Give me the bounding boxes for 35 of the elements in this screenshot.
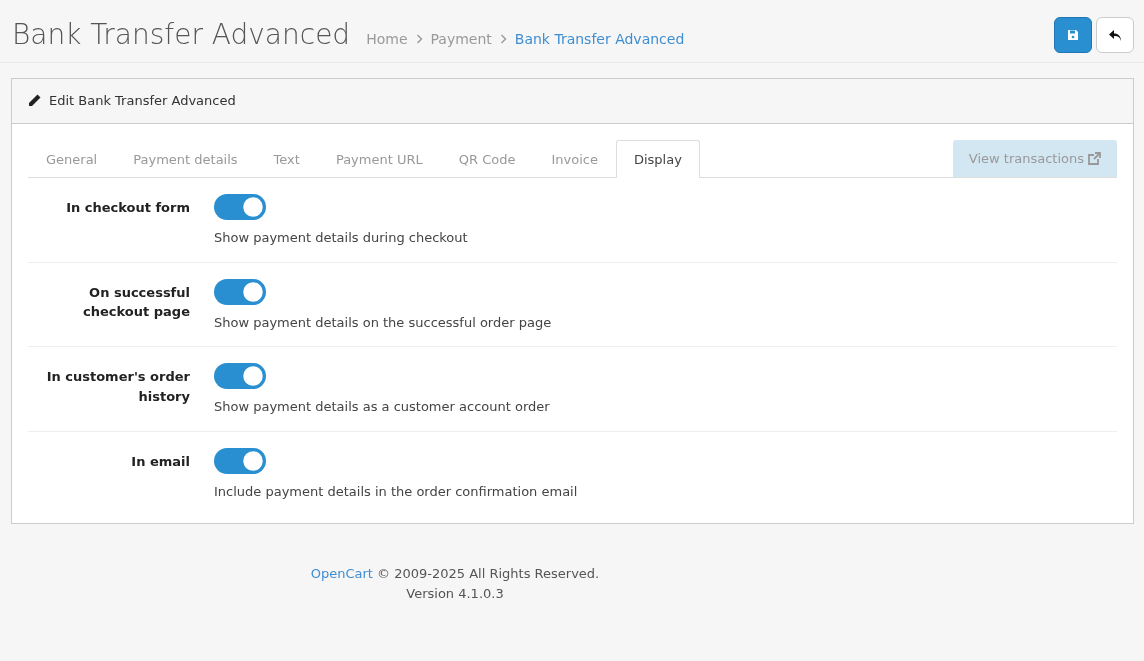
- reply-icon: [1108, 29, 1122, 41]
- help-text: Show payment details as a customer account order: [214, 398, 550, 416]
- tab[interactable]: Payment URL: [317, 139, 441, 178]
- tab[interactable]: Payment details: [115, 139, 256, 178]
- toggle-switch[interactable]: [214, 278, 266, 305]
- page-title: Bank Transfer Advanced: [12, 18, 351, 52]
- tab[interactable]: General: [28, 139, 116, 178]
- tab[interactable]: QR Code: [440, 139, 534, 178]
- help-text: Show payment details on the successful order page: [214, 313, 552, 332]
- copyright-text: © 2009-2025 All Rights Reserved.: [377, 566, 600, 581]
- external-link-icon: [1088, 151, 1101, 165]
- toggle-switch[interactable]: [214, 194, 266, 220]
- pencil-icon: [28, 94, 41, 108]
- back-button[interactable]: [1096, 17, 1134, 53]
- breadcrumb-link[interactable]: Home: [366, 28, 408, 50]
- breadcrumb-link[interactable]: Bank Transfer Advanced: [514, 28, 685, 50]
- version-text: Version 4.1.0.3: [405, 585, 505, 603]
- save-icon: [1067, 29, 1079, 41]
- setting-label: In customer's order history: [45, 368, 190, 406]
- setting-label: In checkout form: [65, 199, 190, 217]
- setting-label: On successful checkout page: [82, 283, 190, 321]
- breadcrumb-link[interactable]: Payment: [430, 28, 492, 50]
- tab[interactable]: Display: [615, 139, 700, 178]
- tab[interactable]: Text: [255, 139, 318, 178]
- setting-label: In email: [130, 452, 190, 471]
- save-button[interactable]: [1054, 17, 1092, 53]
- toggle-switch[interactable]: [214, 447, 266, 474]
- help-text: Include payment details in the order confirmation email: [214, 482, 578, 501]
- opencart-link[interactable]: OpenCart: [310, 566, 373, 581]
- help-text: Show payment details during checkout: [214, 229, 468, 247]
- tab[interactable]: Invoice: [533, 139, 616, 178]
- toggle-switch[interactable]: [214, 363, 266, 389]
- chevron-icon: [415, 34, 423, 44]
- card-title: Edit Bank Transfer Advanced: [49, 92, 236, 110]
- chevron-icon: [499, 34, 507, 44]
